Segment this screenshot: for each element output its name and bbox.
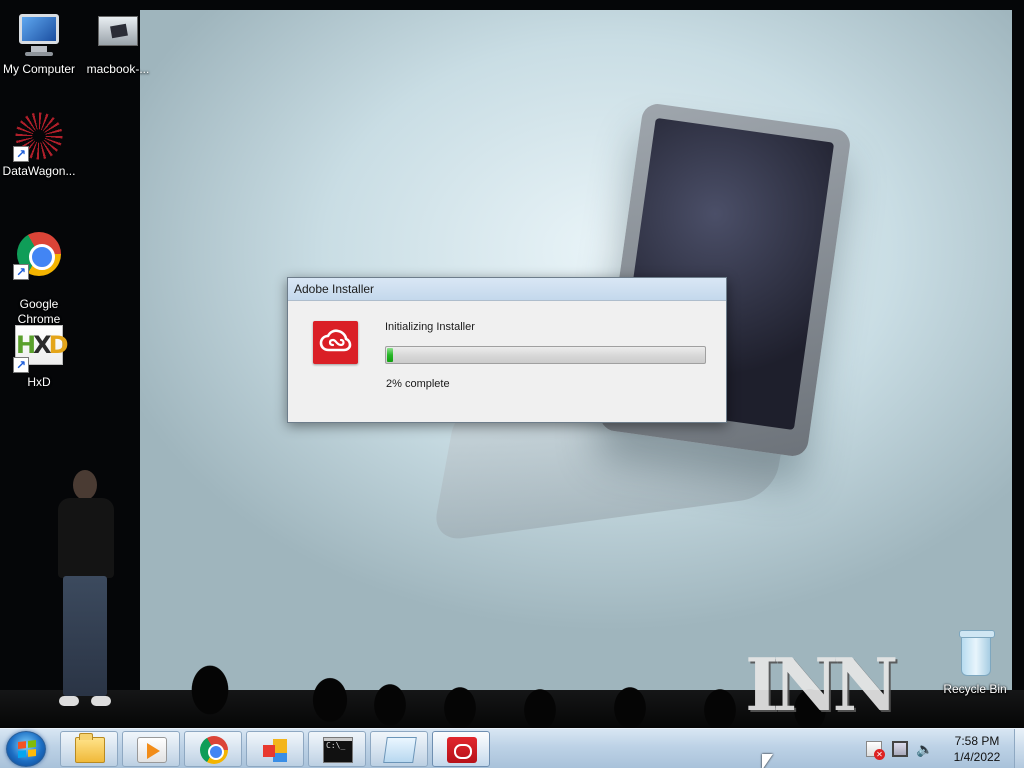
taskbar-media-player[interactable] [122,731,180,767]
desktop-icon-my-computer[interactable]: My Computer [1,10,77,77]
start-button[interactable] [6,731,46,767]
desktop-icon-label: DataWagon... [2,164,76,178]
desktop-icon-hxd[interactable]: HXD ↗ HxD [1,323,77,390]
wallpaper-presenter [55,470,117,710]
taskbar-windows-explorer[interactable] [60,731,118,767]
wallpaper-watermark-logo: INN [745,642,898,727]
window-title[interactable]: Adobe Installer [288,278,726,301]
computer-icon [15,10,63,58]
installer-progress-text: 2% complete [386,378,450,390]
chrome-icon [200,736,228,764]
creative-cloud-icon [313,321,358,364]
adobe-installer-window[interactable]: Adobe Installer Initializing Installer 2… [287,277,727,423]
desktop-icon-macbook[interactable]: macbook-... [80,10,156,77]
desktop-icon-label: Recycle Bin [943,682,1007,696]
system-tray: 🔈 7:58 PM 1/4/2022 [860,729,1024,768]
mouse-cursor-icon [762,754,773,768]
recycle-bin-icon [951,630,999,678]
volume-icon[interactable]: 🔈 [916,741,933,757]
desktop-icon-datawagon[interactable]: ↗ DataWagon... [1,112,77,179]
media-player-icon [137,737,167,763]
desktop-icon-label: macbook-... [86,62,150,76]
datawagon-icon: ↗ [13,112,63,162]
tiles-icon [261,737,291,763]
taskbar: C:\_ 🔈 7:58 PM 1/4/2022 [0,728,1024,768]
windows-logo-icon [18,740,36,759]
installer-status-text: Initializing Installer [385,321,475,333]
image-file-icon [94,10,142,58]
network-icon[interactable] [892,741,908,757]
clock[interactable]: 7:58 PM 1/4/2022 [940,733,1014,765]
taskbar-notepad[interactable] [370,731,428,767]
shortcut-arrow-icon: ↗ [13,357,29,373]
creative-cloud-icon [447,737,477,763]
installer-progress-fill [387,348,393,362]
desktop-icon-recycle-bin[interactable]: Recycle Bin [937,630,1013,697]
cmd-icon: C:\_ [323,737,353,763]
folder-icon [75,733,105,763]
chrome-icon: ↗ [13,230,63,280]
shortcut-arrow-icon: ↗ [13,146,29,162]
clock-time: 7:58 PM [954,734,1000,748]
taskbar-adobe-installer[interactable] [432,731,490,767]
taskbar-google-chrome[interactable] [184,731,242,767]
taskbar-control-panel[interactable] [246,731,304,767]
notepad-icon [383,737,417,763]
action-center-flag-icon[interactable] [866,741,885,760]
hxd-icon: HXD ↗ [13,323,69,373]
clock-date: 1/4/2022 [953,750,1001,764]
installer-progress-bar [385,346,706,364]
show-desktop-button[interactable] [1014,729,1024,768]
desktop-icon-label: HxD [27,375,51,389]
taskbar-command-prompt[interactable]: C:\_ [308,731,366,767]
shortcut-arrow-icon: ↗ [13,264,29,280]
desktop-icon-label: My Computer [2,62,76,76]
